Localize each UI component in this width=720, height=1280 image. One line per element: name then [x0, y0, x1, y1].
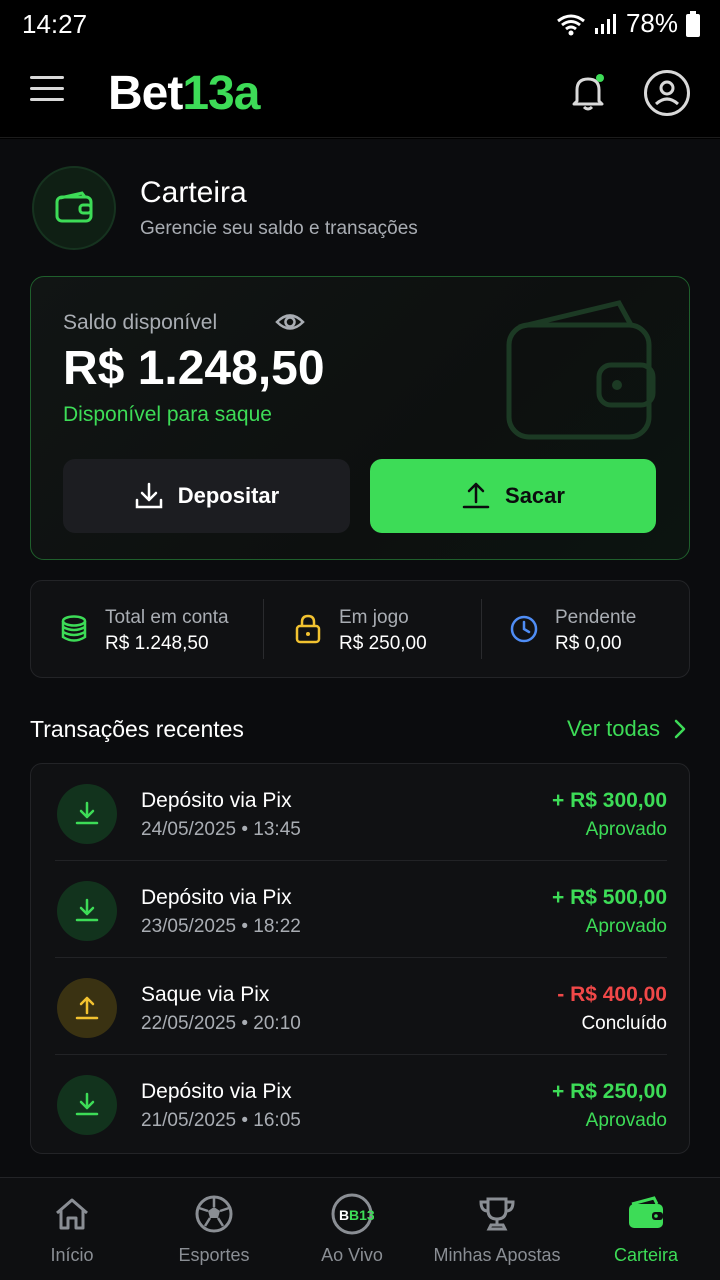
download-icon — [135, 482, 162, 509]
transaction-amount: + R$ 250,00 — [551, 1080, 667, 1103]
balance-note: Disponível para saque — [63, 403, 272, 426]
transaction-status: Aprovado — [585, 916, 667, 937]
soccer-ball-icon — [195, 1195, 233, 1233]
upload-icon — [462, 482, 490, 509]
transaction-list: Depósito via Pix 24/05/2025 • 13:45 + R$… — [30, 763, 690, 1154]
withdraw-icon — [57, 978, 117, 1038]
transaction-date: 23/05/2025 • 18:22 — [141, 916, 301, 937]
user-profile-button[interactable] — [644, 70, 690, 116]
transaction-amount: + R$ 300,00 — [551, 789, 667, 812]
lock-icon — [295, 614, 321, 644]
see-all-link[interactable]: Ver todas — [567, 716, 686, 742]
stat-label: Em jogo — [339, 607, 409, 628]
page-subtitle: Gerencie seu saldo e transações — [140, 218, 418, 239]
deposit-button[interactable]: Depositar — [63, 459, 350, 533]
eye-icon[interactable] — [275, 309, 305, 335]
status-bar: 14:27 78% — [0, 0, 720, 48]
app-header: Bet13a — [0, 48, 720, 138]
transaction-row[interactable]: Depósito via Pix 23/05/2025 • 18:22 + R$… — [55, 861, 667, 958]
see-all-label: Ver todas — [567, 716, 660, 741]
brand-logo[interactable]: Bet13a — [108, 66, 260, 121]
transaction-title: Saque via Pix — [141, 983, 270, 1006]
wallet-icon — [629, 1196, 663, 1228]
wallet-icon — [55, 191, 93, 223]
transaction-row[interactable]: Depósito via Pix 24/05/2025 • 13:45 + R$… — [55, 764, 667, 861]
deposit-icon — [57, 784, 117, 844]
deposit-label: Depositar — [177, 483, 280, 508]
section-title: Transações recentes — [30, 716, 244, 742]
wifi-icon — [557, 14, 585, 35]
withdraw-button[interactable]: Sacar — [370, 459, 656, 533]
stat-value: R$ 0,00 — [555, 633, 622, 654]
transaction-title: Depósito via Pix — [141, 1080, 292, 1103]
transaction-amount: - R$ 400,00 — [557, 983, 667, 1006]
transaction-title: Depósito via Pix — [141, 789, 292, 812]
nav-item-wallet[interactable]: Carteira — [576, 1178, 716, 1280]
balance-label: Saldo disponível — [63, 311, 218, 334]
stat-label: Total em conta — [105, 607, 229, 628]
stat-value: R$ 1.248,50 — [105, 633, 209, 654]
balance-amount: R$ 1.248,50 — [63, 342, 325, 395]
battery-percent: 78% — [625, 8, 678, 38]
page-title: Carteira — [140, 176, 247, 209]
signal-icon — [594, 13, 616, 34]
transaction-title: Depósito via Pix — [141, 886, 292, 909]
transaction-amount: + R$ 500,00 — [551, 886, 667, 909]
transaction-date: 22/05/2025 • 20:10 — [141, 1013, 301, 1034]
balance-stats: Total em conta R$ 1.248,50 Em jogo R$ 25… — [30, 580, 690, 678]
live-b13-icon: B B13 — [331, 1193, 374, 1235]
transaction-row[interactable]: Saque via Pix 22/05/2025 • 20:10 - R$ 40… — [55, 958, 667, 1055]
nav-label: Carteira — [613, 1245, 679, 1265]
stat-divider — [481, 599, 482, 659]
hamburger-menu-icon[interactable] — [30, 76, 64, 110]
battery-icon — [686, 10, 700, 37]
transaction-status: Concluído — [581, 1013, 667, 1034]
transaction-row[interactable]: Depósito via Pix 21/05/2025 • 16:05 + R$… — [55, 1055, 667, 1152]
nav-label: Ao Vivo — [321, 1245, 383, 1265]
trophy-icon — [479, 1197, 515, 1231]
transaction-date: 24/05/2025 • 13:45 — [141, 819, 301, 840]
transaction-status: Aprovado — [585, 1110, 667, 1131]
stat-value: R$ 250,00 — [339, 633, 427, 654]
nav-label: Esportes — [178, 1245, 250, 1265]
nav-item-home[interactable]: Início — [0, 1178, 144, 1280]
wallet-watermark-icon — [506, 300, 656, 440]
main-content: Carteira Gerencie seu saldo e transações… — [0, 139, 720, 1177]
transaction-date: 21/05/2025 • 16:05 — [141, 1110, 301, 1131]
nav-item-live[interactable]: B B13 Ao Vivo — [280, 1178, 424, 1280]
status-time: 14:27 — [22, 9, 88, 39]
user-icon — [654, 80, 680, 106]
nav-item-my-bets[interactable]: Minhas Apostas — [424, 1178, 570, 1280]
withdraw-label: Sacar — [505, 483, 565, 508]
deposit-icon — [57, 1075, 117, 1135]
stat-divider — [263, 599, 264, 659]
wallet-badge — [32, 166, 116, 250]
nav-label: Minhas Apostas — [433, 1245, 561, 1265]
status-icons: 78% — [556, 8, 700, 39]
svg-text:B: B — [339, 1207, 349, 1223]
bottom-nav: Início Esportes B B13 Ao Vivo Minhas Apo… — [0, 1177, 720, 1280]
nav-item-sports[interactable]: Esportes — [142, 1178, 286, 1280]
balance-card: Saldo disponível R$ 1.248,50 Disponível … — [30, 276, 690, 560]
transaction-status: Aprovado — [585, 819, 667, 840]
home-icon — [56, 1198, 88, 1230]
clock-icon — [510, 615, 538, 643]
nav-label: Início — [50, 1245, 94, 1265]
notification-bell-icon[interactable] — [566, 70, 610, 114]
coins-icon — [61, 615, 87, 642]
svg-text:B13: B13 — [349, 1207, 374, 1223]
chevron-right-icon — [674, 719, 686, 739]
stat-label: Pendente — [555, 607, 637, 628]
deposit-icon — [57, 881, 117, 941]
